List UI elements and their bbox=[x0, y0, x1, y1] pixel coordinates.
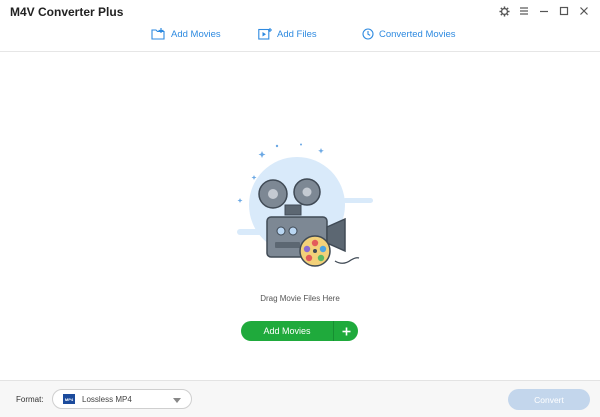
menu-icon[interactable] bbox=[518, 5, 530, 17]
add-movies-button[interactable]: Add Movies bbox=[151, 24, 221, 44]
gear-icon[interactable] bbox=[498, 5, 510, 17]
drop-zone[interactable]: Drag Movie Files Here Add Movies bbox=[0, 53, 600, 380]
add-movies-main-button[interactable]: Add Movies bbox=[241, 321, 358, 341]
maximize-icon[interactable] bbox=[558, 5, 570, 17]
mp4-file-icon: MP4 bbox=[63, 394, 75, 404]
add-files-button[interactable]: Add Files bbox=[258, 24, 317, 44]
drop-hint-text: Drag Movie Files Here bbox=[260, 294, 340, 303]
app-title: M4V Converter Plus bbox=[10, 5, 124, 19]
movie-camera-icon bbox=[237, 143, 373, 267]
converted-movies-button[interactable]: Converted Movies bbox=[362, 24, 456, 44]
close-icon[interactable] bbox=[578, 5, 590, 17]
format-value: Lossless MP4 bbox=[82, 394, 132, 404]
clock-icon bbox=[362, 28, 374, 40]
add-movies-label: Add Movies bbox=[171, 28, 221, 40]
folder-add-icon bbox=[151, 28, 165, 40]
window-controls bbox=[498, 5, 590, 17]
plus-icon[interactable] bbox=[334, 327, 358, 336]
footer-bar: Format: MP4 Lossless MP4 Convert bbox=[0, 380, 600, 417]
chevron-down-icon bbox=[173, 398, 181, 403]
toolbar: Add Movies Add Files Converted Movies bbox=[0, 24, 600, 44]
add-files-label: Add Files bbox=[277, 28, 317, 40]
minimize-icon[interactable] bbox=[538, 5, 550, 17]
video-file-add-icon bbox=[258, 28, 272, 40]
format-label: Format: bbox=[16, 395, 44, 404]
convert-button[interactable]: Convert bbox=[508, 389, 590, 410]
converted-movies-label: Converted Movies bbox=[379, 28, 456, 40]
add-movies-main-label: Add Movies bbox=[263, 326, 311, 336]
format-select[interactable]: MP4 Lossless MP4 bbox=[52, 389, 192, 409]
